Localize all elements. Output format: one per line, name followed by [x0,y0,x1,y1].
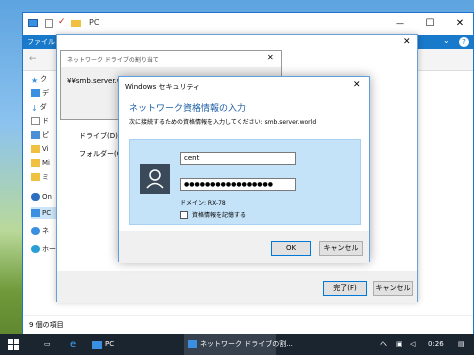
credential-tile: cent ●●●●●●●●●●●●●●●●● ドメイン: RX-78 資格情報を… [129,139,361,225]
domain-text: ドメイン: RX-78 [180,200,226,207]
sidebar-item-pictures[interactable]: ピ [31,129,57,141]
map-drive-cancel-button[interactable]: キャンセル [373,281,413,296]
sidebar-item-label: Mi [42,159,50,167]
background-window-title: ネットワーク ドライブの割り当て [67,57,159,64]
sidebar-item-documents[interactable]: ド [31,115,57,127]
remember-label[interactable]: 資格情報を記憶する [192,210,246,219]
explorer-title: PC [89,18,100,27]
map-drive-close-button[interactable]: ✕ [403,37,411,47]
folder-icon [31,159,40,167]
status-item-count: 9 個の項目 [29,321,64,329]
back-arrow-icon[interactable]: ← [29,54,37,64]
folder-icon [31,173,40,181]
sidebar-item-network[interactable]: ネ [31,225,57,237]
edge-icon[interactable]: e [70,334,76,355]
taskbar-pc-label[interactable]: PC [105,334,114,355]
taskbar-active-label: ネットワーク ドライブの割... [200,340,293,348]
sidebar-item-label: Vi [42,145,49,153]
sidebar-item-pc[interactable]: PC [31,207,57,219]
taskbar: ▭ e PC ネットワーク ドライブの割... へ ▣ ◁ 0:26 ▤ [0,334,474,355]
credential-heading: ネットワーク資格情報の入力 [129,104,247,114]
sidebar-item-label: PC [42,209,52,217]
folder-icon [31,145,40,153]
pictures-icon [31,131,40,139]
credential-subtitle: 次に接続するための資格情報を入力してください: smb.server.world [129,119,317,126]
explorer-minimize-button[interactable]: — [385,13,415,35]
drive-label: ドライブ(D): [79,132,121,140]
sidebar-item-label: ピ [42,131,49,139]
checkmark-icon[interactable]: ✓ [58,17,66,27]
network-status-icon[interactable]: ▣ [396,334,403,355]
background-title-bar: ネットワーク ドライブの割り当て ✕ [61,51,281,67]
folder-icon[interactable] [71,20,81,27]
sidebar-item-label: ミ [42,173,49,181]
ok-button[interactable]: OK [271,241,311,256]
sidebar-item-label: ド [42,117,49,125]
sidebar-item-folder[interactable]: ミ [31,171,57,183]
user-avatar-icon [140,164,170,194]
explorer-title-bar: ✓ PC — ☐ ✕ [23,13,473,35]
sidebar-item-label: ホー [42,245,56,253]
save-icon[interactable] [45,19,53,28]
sidebar-item-music[interactable]: Mi [31,157,57,169]
sidebar-item-desktop[interactable]: デ [31,87,57,99]
sidebar-item-label: On [42,193,52,201]
username-field[interactable]: cent [180,152,296,165]
taskbar-active-window[interactable]: ネットワーク ドライブの割... [184,334,293,355]
explorer-status-bar: 9 個の項目 [23,315,473,335]
pc-taskbar-icon [92,341,102,349]
help-icon[interactable]: ? [459,37,469,47]
sidebar-item-label: ネ [42,227,49,235]
sidebar-item-videos[interactable]: Vi [31,143,57,155]
volume-icon[interactable]: ◁ [410,334,415,355]
remember-checkbox[interactable] [180,211,188,219]
explorer-close-button[interactable]: ✕ [445,13,474,35]
sidebar-item-onedrive[interactable]: On [31,191,57,203]
map-drive-footer: 完了(F) キャンセル [57,271,417,303]
sidebar-item-label: ダ [39,103,47,111]
ribbon-file-tab[interactable]: ファイル [23,35,59,49]
credential-cancel-button[interactable]: キャンセル [319,241,363,256]
tray-overflow-icon[interactable]: へ [380,334,387,355]
pc-icon [28,19,38,27]
pc-icon [31,209,40,217]
password-field[interactable]: ●●●●●●●●●●●●●●●●● [180,178,296,191]
cloud-icon [31,193,40,201]
explorer-sidebar: ★ ク デ ↓ ダ ド ピ Vi Mi ミ On PC ネ ホー [23,71,57,315]
taskbar-clock[interactable]: 0:26 [428,334,444,355]
notification-icon[interactable]: ▤ [458,334,465,355]
download-icon: ↓ [31,104,38,113]
task-view-icon[interactable]: ▭ [44,334,51,355]
credential-dialog-title: Windows セキュリティ [125,83,201,91]
credential-dialog-footer: OK キャンセル [119,231,369,263]
ribbon-expand-chevron-icon[interactable]: ⌄ [443,35,450,47]
network-icon [31,227,40,235]
explorer-maximize-button[interactable]: ☐ [415,13,445,35]
sidebar-item-label: ク [40,75,48,83]
credential-dialog-close-button[interactable]: ✕ [353,80,361,90]
sidebar-item-downloads[interactable]: ↓ ダ [31,101,57,113]
windows-start-icon[interactable] [8,339,19,350]
finish-button[interactable]: 完了(F) [323,281,367,296]
credential-dialog: Windows セキュリティ ✕ ネットワーク資格情報の入力 次に接続するための… [118,76,370,263]
star-icon: ★ [31,76,39,85]
sidebar-item-label: デ [42,89,49,97]
sidebar-item-homegroup[interactable]: ホー [31,243,57,255]
network-drive-icon [188,340,197,348]
sidebar-item-quick-access[interactable]: ★ ク [31,73,57,85]
desktop-icon [31,89,40,97]
background-close-button[interactable]: ✕ [267,53,274,62]
document-icon [31,117,40,125]
homegroup-icon [31,245,40,253]
